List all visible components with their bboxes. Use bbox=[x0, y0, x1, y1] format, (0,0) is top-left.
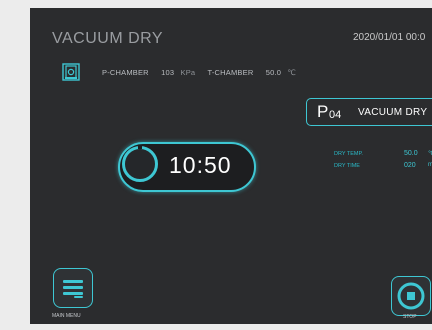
param-label: DRY TIME bbox=[334, 163, 360, 169]
date-time-display: 2020/01/01 00:0 bbox=[353, 32, 426, 43]
param-value: 50.0 bbox=[404, 150, 418, 157]
chamber-status: P-CHAMBER 103 KPa T-CHAMBER 50.0 ℃ bbox=[102, 68, 306, 77]
t-chamber-label: T-CHAMBER bbox=[207, 68, 254, 77]
main-menu-button[interactable] bbox=[53, 268, 93, 308]
menu-icon bbox=[63, 280, 83, 298]
program-name: VACUUM DRY bbox=[358, 107, 428, 118]
timer-value: 10:50 bbox=[169, 152, 232, 178]
timer-progress-ring-icon bbox=[122, 146, 158, 182]
t-chamber-unit: ℃ bbox=[287, 68, 297, 77]
program-selector[interactable]: P 04 VACUUM DRY bbox=[306, 98, 432, 126]
main-menu-label: MAIN MENU bbox=[52, 313, 81, 319]
stop-label: STOP bbox=[403, 314, 417, 320]
page-title: VACUUM DRY bbox=[52, 30, 164, 47]
program-prefix: P bbox=[317, 102, 329, 121]
p-chamber-value: 103 bbox=[161, 68, 175, 77]
p-chamber-label: P-CHAMBER bbox=[102, 68, 149, 77]
param-unit: ℃ bbox=[428, 151, 432, 157]
param-value: 020 bbox=[404, 162, 416, 169]
stop-icon bbox=[397, 282, 425, 310]
stop-button[interactable] bbox=[391, 276, 431, 316]
p-chamber-unit: KPa bbox=[180, 68, 196, 77]
control-panel-screen: VACUUM DRY 2020/01/01 00:0 P-CHAMBER 103… bbox=[30, 8, 432, 324]
param-unit: m bbox=[428, 162, 432, 168]
timer-display[interactable]: 10:50 bbox=[118, 142, 256, 192]
program-number: 04 bbox=[329, 109, 342, 121]
vacuum-chamber-icon bbox=[62, 63, 80, 81]
param-label: DRY TEMP. bbox=[334, 151, 363, 157]
t-chamber-value: 50.0 bbox=[265, 68, 282, 77]
